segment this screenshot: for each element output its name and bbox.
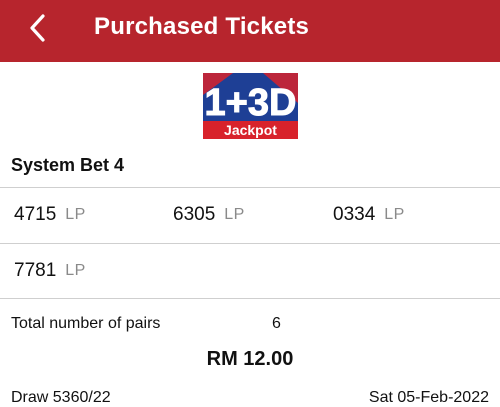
divider xyxy=(0,187,500,188)
chevron-left-icon xyxy=(30,14,45,42)
ticket-number-cell: 0334 LP xyxy=(333,189,405,241)
app-bar: Purchased Tickets xyxy=(0,0,500,62)
total-pairs-value: 6 xyxy=(272,315,281,332)
bet-type-tag: LP xyxy=(65,262,86,279)
back-button[interactable] xyxy=(22,10,52,46)
divider xyxy=(0,298,500,299)
total-pairs-label: Total number of pairs xyxy=(11,315,161,332)
ticket-number-cell: 7781 LP xyxy=(14,245,86,297)
ticket-number-cell: 6305 LP xyxy=(173,189,245,241)
total-amount: RM 12.00 xyxy=(206,348,294,370)
number-row: 4715 LP 6305 LP 0334 LP xyxy=(0,189,500,241)
jackpot-logo: 1+3D Jackpot xyxy=(203,73,298,139)
ticket-number-cell: 4715 LP xyxy=(14,189,86,241)
logo-main-text: 1+3D xyxy=(205,82,297,124)
system-bet-title: System Bet 4 xyxy=(11,155,125,175)
draw-number: Draw 5360/22 xyxy=(11,389,111,406)
bet-type-tag: LP xyxy=(384,206,405,223)
divider xyxy=(0,243,500,244)
ticket-number: 0334 xyxy=(333,204,376,225)
ticket-number: 4715 xyxy=(14,204,57,225)
draw-date: Sat 05-Feb-2022 xyxy=(368,389,489,406)
logo-sub-text: Jackpot xyxy=(224,122,277,138)
bet-type-tag: LP xyxy=(65,206,86,223)
bet-type-tag: LP xyxy=(224,206,245,223)
ticket-number: 7781 xyxy=(14,260,57,281)
number-row: 7781 LP xyxy=(0,245,500,297)
ticket-number: 6305 xyxy=(173,204,216,225)
page-title: Purchased Tickets xyxy=(94,13,310,40)
